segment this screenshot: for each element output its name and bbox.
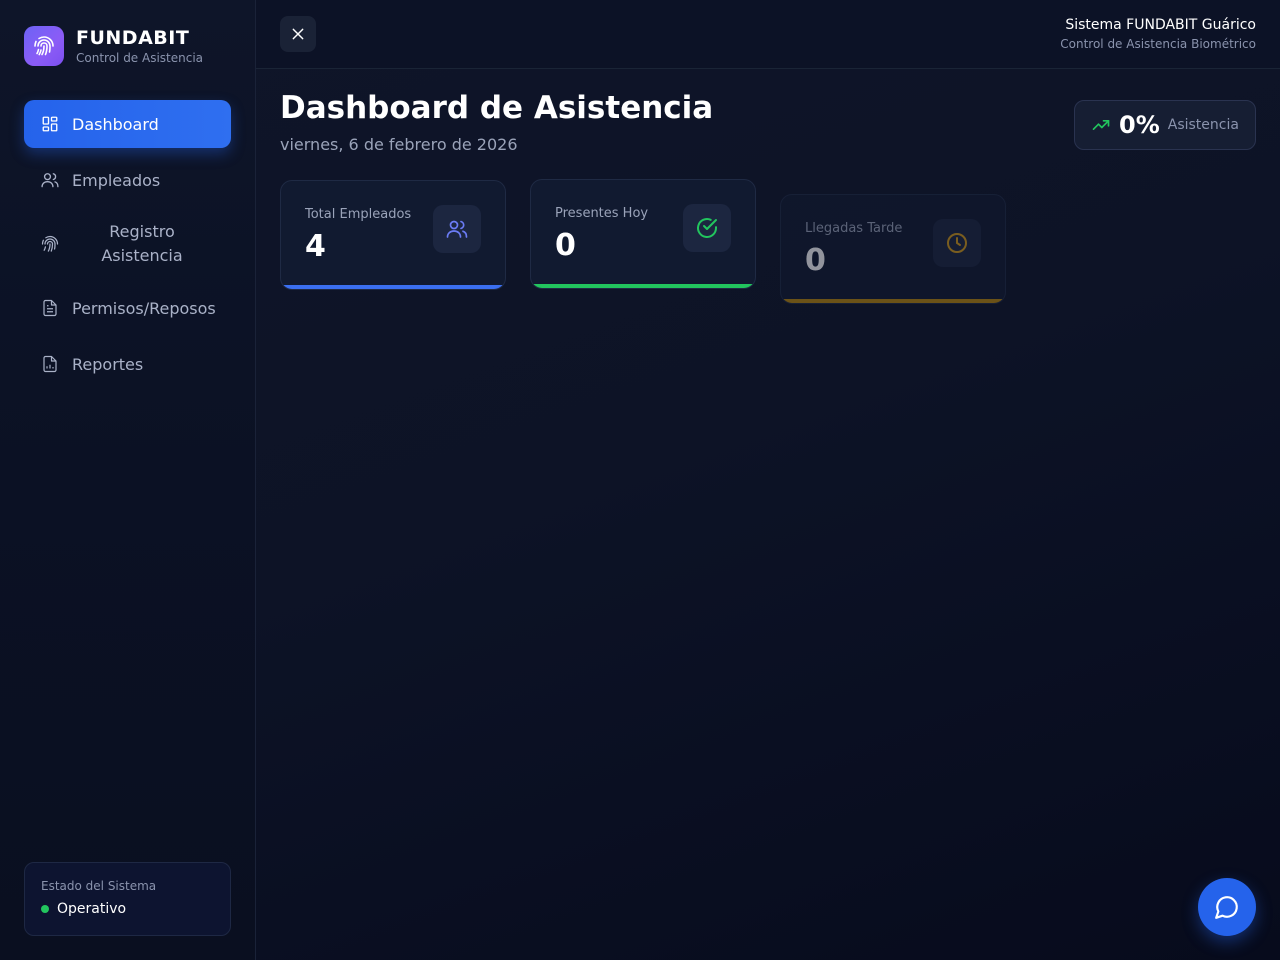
- stat-value: 4: [305, 229, 326, 264]
- sidebar-item-label: Permisos/Reposos: [72, 298, 216, 318]
- app-root: FUNDABIT Control de Asistencia Dashboard: [0, 0, 1280, 960]
- system-status-title: Estado del Sistema: [41, 879, 157, 893]
- check-circle-icon: [683, 204, 731, 252]
- brand-title: FUNDABIT: [76, 27, 190, 49]
- close-icon: [292, 28, 304, 40]
- stat-label: Presentes Hoy: [555, 206, 649, 221]
- fingerprint-icon: [24, 26, 64, 66]
- fingerprint-icon: [40, 234, 60, 254]
- sidebar-nav: Dashboard Empleados Registro Asistencia …: [24, 100, 231, 396]
- clock-icon: [933, 219, 981, 267]
- page-title: Dashboard de Asistencia: [280, 90, 714, 126]
- trending-up-icon: [1092, 120, 1110, 130]
- stat-value: 0: [555, 228, 576, 263]
- report-icon: [40, 354, 60, 374]
- sidebar-item-registro-asistencia[interactable]: Registro Asistencia: [24, 212, 231, 276]
- sidebar-item-permisos-reposos[interactable]: Permisos/Reposos: [24, 284, 231, 332]
- attendance-badge: 0% Asistencia: [1074, 100, 1256, 150]
- main-content: Sistema FUNDABIT Guárico Control de Asis…: [256, 0, 1280, 960]
- system-status-panel: Estado del Sistema Operativo: [24, 862, 231, 936]
- attendance-label: Asistencia: [1167, 117, 1239, 133]
- sidebar-item-dashboard[interactable]: Dashboard: [24, 100, 231, 148]
- stat-label: Total Empleados: [305, 207, 412, 222]
- topbar: Sistema FUNDABIT Guárico Control de Asis…: [256, 0, 1280, 69]
- users-icon: [40, 170, 60, 190]
- attendance-percentage: 0%: [1119, 111, 1160, 139]
- stat-accent-bar: [281, 285, 505, 289]
- brand: FUNDABIT Control de Asistencia: [24, 26, 203, 66]
- stat-accent-bar: [531, 284, 755, 288]
- close-sidebar-button[interactable]: [280, 16, 316, 52]
- sidebar-item-label: Reportes: [72, 354, 144, 374]
- sidebar-item-label: Dashboard: [72, 114, 159, 134]
- system-status-value: Operativo: [57, 901, 127, 917]
- brand-subtitle: Control de Asistencia: [76, 51, 204, 65]
- stat-label: Llegadas Tarde: [805, 221, 903, 236]
- sidebar-item-label: Empleados: [72, 170, 161, 190]
- dashboard-icon: [40, 114, 60, 134]
- document-icon: [40, 298, 60, 318]
- status-indicator-dot: [41, 905, 49, 913]
- sidebar-item-empleados[interactable]: Empleados: [24, 156, 231, 204]
- stat-card-presentes-hoy[interactable]: Presentes Hoy 0: [530, 179, 756, 289]
- sidebar: FUNDABIT Control de Asistencia Dashboard: [0, 0, 256, 960]
- chat-button[interactable]: [1198, 878, 1256, 936]
- system-subtitle: Control de Asistencia Biométrico: [1060, 37, 1256, 51]
- stat-value: 0: [805, 243, 826, 278]
- sidebar-item-reportes[interactable]: Reportes: [24, 340, 231, 388]
- stat-card-llegadas-tarde[interactable]: Llegadas Tarde 0: [780, 194, 1006, 304]
- stat-accent-bar: [781, 299, 1005, 303]
- sidebar-item-label: Registro Asistencia: [101, 222, 183, 265]
- page-date: viernes, 6 de febrero de 2026: [280, 135, 518, 154]
- chat-bubble-icon: [1215, 896, 1238, 919]
- system-title: Sistema FUNDABIT Guárico: [1065, 17, 1256, 33]
- stat-card-total-empleados[interactable]: Total Empleados 4: [280, 180, 506, 290]
- users-icon: [433, 205, 481, 253]
